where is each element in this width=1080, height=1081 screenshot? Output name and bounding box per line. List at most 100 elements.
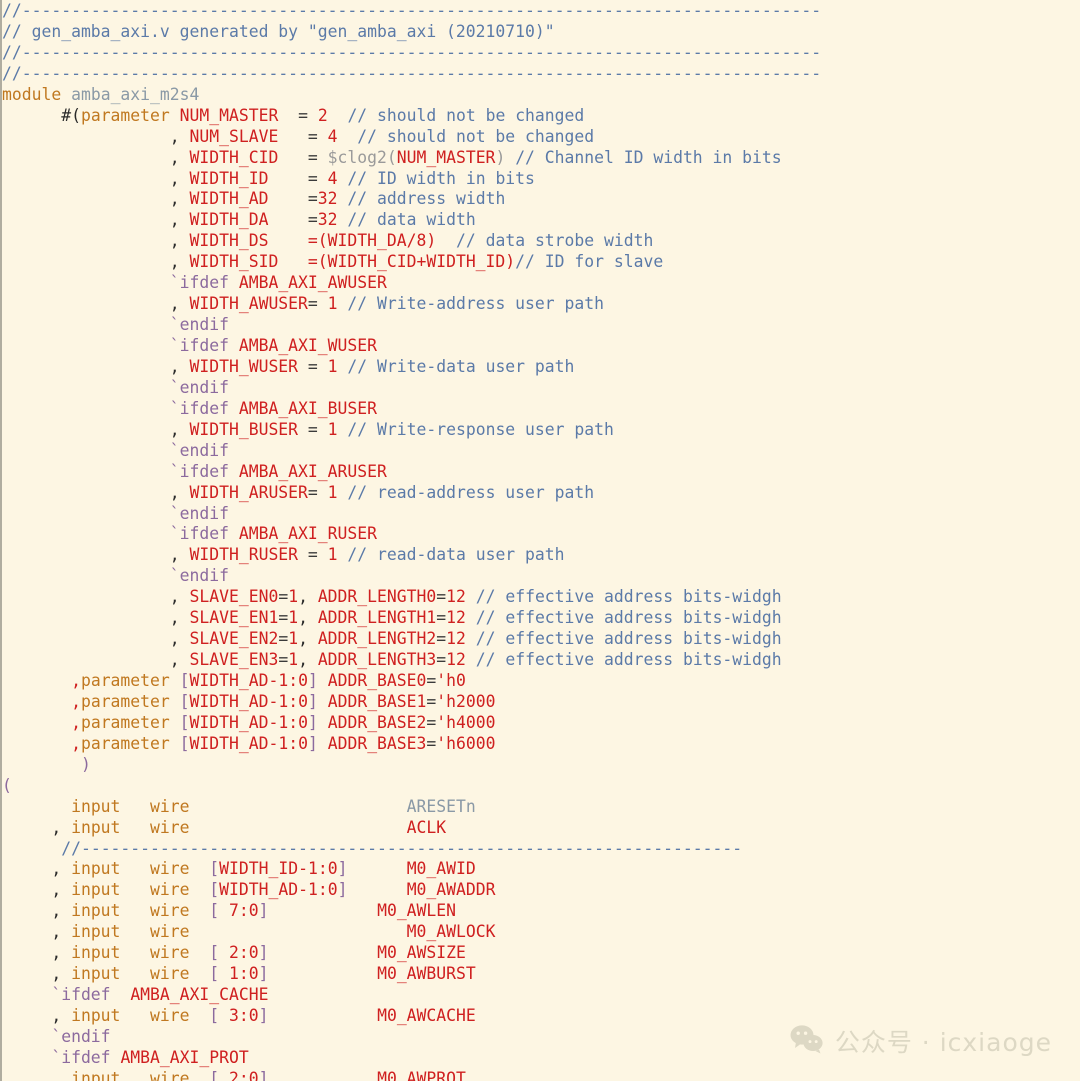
code-token: #(	[2, 105, 81, 125]
code-token: // address width	[347, 189, 506, 209]
code-token: //	[2, 838, 81, 858]
code-token: ,	[2, 252, 190, 272]
code-token: `ifdef	[2, 1047, 111, 1067]
code-token: WIDTH_RUSER	[189, 545, 299, 565]
code-token: :	[238, 943, 249, 963]
code-token: NUM_MASTER	[396, 147, 496, 167]
code-token: 1	[327, 356, 338, 376]
code-token: ,	[2, 126, 190, 146]
code-token: =	[278, 147, 328, 167]
code-token: ,	[2, 147, 190, 167]
code-line: , input wire [ 7:0] M0_AWLEN	[2, 901, 821, 922]
code-line: , SLAVE_EN1=1, ADDR_LENGTH1=12 // effect…	[2, 608, 821, 629]
code-token: :	[238, 901, 249, 921]
code-token: ADDR_BASE1	[327, 691, 427, 711]
code-token: 'h0	[436, 671, 466, 690]
code-token: =	[436, 608, 447, 628]
code-token: [	[209, 859, 220, 879]
code-token: =	[426, 691, 437, 711]
code-line: , WIDTH_ID = 4 // ID width in bits	[2, 169, 821, 190]
code-token: WIDTH_AD	[189, 691, 269, 711]
code-token: :	[238, 1068, 249, 1081]
code-token: ,	[2, 210, 190, 230]
code-token: parameter	[80, 671, 170, 690]
code-line: , input wire [ 2:0] M0_AWSIZE	[2, 943, 821, 964]
code-token: wire	[150, 1006, 190, 1025]
code-token: `endif	[2, 377, 229, 397]
code-token: ----------------------------------------…	[21, 42, 822, 62]
code-line: `ifdef AMBA_AXI_RUSER	[2, 524, 821, 545]
code-token: ADDR_BASE3	[327, 733, 427, 753]
code-token: M0_AWLOCK	[406, 922, 496, 942]
code-token: -	[268, 691, 279, 711]
code-token: // Channel ID width in bits	[515, 147, 782, 167]
code-token: =	[436, 629, 447, 649]
code-token: parameter	[80, 712, 170, 732]
code-token: // should not be changed	[357, 126, 595, 146]
code-token: ----------------------------------------…	[21, 1, 822, 20]
code-token: +	[416, 252, 427, 272]
code-line: ,parameter [WIDTH_AD-1:0] ADDR_BASE1='h2…	[2, 692, 821, 713]
code-line: , SLAVE_EN0=1, ADDR_LENGTH0=12 // effect…	[2, 587, 821, 608]
code-token: SLAVE_EN0	[189, 587, 279, 607]
code-token: SLAVE_EN3	[189, 650, 279, 670]
code-token: WIDTH_AD	[189, 733, 269, 753]
code-line: , WIDTH_SID =(WIDTH_CID+WIDTH_ID)// ID f…	[2, 252, 821, 273]
code-token: ,	[298, 629, 318, 649]
code-line: , WIDTH_RUSER = 1 // read-data user path	[2, 545, 821, 566]
code-line: , WIDTH_ARUSER= 1 // read-address user p…	[2, 483, 821, 504]
code-token: `endif	[2, 503, 229, 523]
code-token: =	[268, 168, 328, 188]
code-token: //	[2, 63, 22, 83]
code-token: input	[71, 1068, 121, 1081]
code-token: ,	[2, 189, 190, 209]
code-token: :	[288, 733, 299, 753]
code-token: // effective address bits-widgh	[475, 587, 782, 607]
code-token: =	[268, 210, 318, 230]
code-token: ,	[2, 650, 190, 670]
code-token: wire	[150, 964, 190, 984]
code-token: ,	[2, 294, 190, 314]
code-line: (	[2, 776, 821, 797]
code-token: input	[71, 796, 121, 816]
code-token: -	[268, 733, 279, 753]
code-token: =	[426, 733, 437, 753]
code-token: =	[278, 650, 289, 670]
code-token: ,	[2, 943, 72, 963]
code-line: #(parameter NUM_MASTER = 2 // should not…	[2, 106, 821, 127]
code-token: wire	[150, 796, 190, 816]
code-token: =	[278, 105, 318, 125]
code-token: =	[298, 356, 328, 376]
code-token: [	[179, 671, 190, 690]
code-token: NUM_SLAVE	[189, 126, 279, 146]
code-token: AMBA_AXI_CACHE	[130, 985, 269, 1005]
code-token: wire	[150, 922, 190, 942]
code-token: 1	[307, 880, 318, 900]
code-token: 1	[327, 482, 338, 502]
code-token: ,	[2, 859, 72, 879]
code-token: ,	[2, 231, 190, 251]
code-token: WIDTH_AD	[189, 189, 269, 209]
code-line: //--------------------------------------…	[2, 64, 821, 85]
code-token: `endif	[2, 440, 229, 460]
code-viewer[interactable]: //--------------------------------------…	[0, 0, 1080, 1081]
code-line: // gen_amba_axi.v generated by "gen_amba…	[2, 22, 821, 43]
